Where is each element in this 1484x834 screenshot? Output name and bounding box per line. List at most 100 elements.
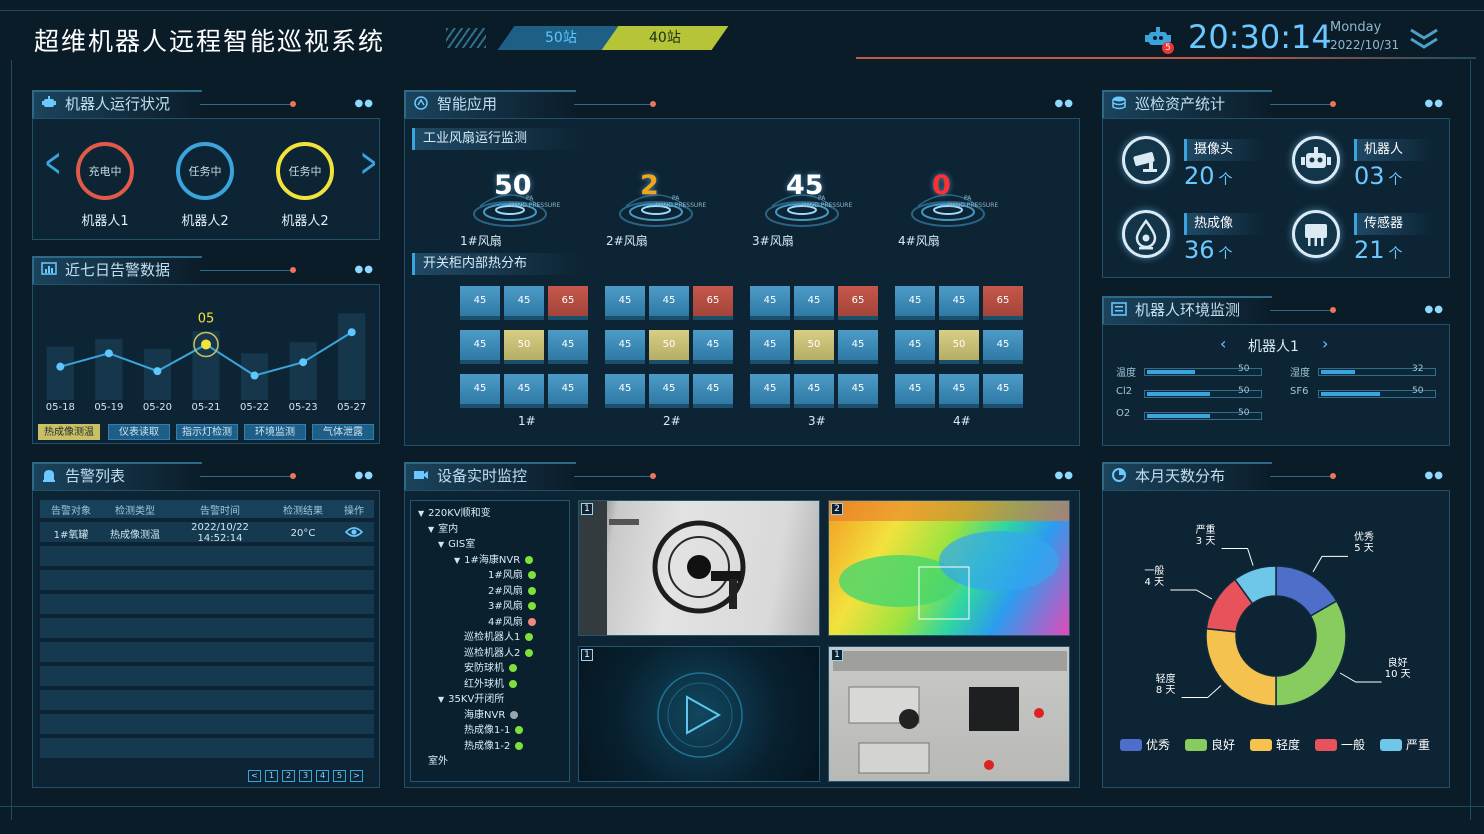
heat-cell[interactable]: 45	[548, 374, 588, 408]
alarm-point[interactable]	[347, 328, 356, 337]
legend-item[interactable]: 一般	[1315, 736, 1365, 753]
heat-cell[interactable]: 65	[693, 286, 733, 320]
heat-cell[interactable]: 45	[504, 286, 544, 320]
heat-cell[interactable]: 45	[605, 286, 645, 320]
heat-cell[interactable]: 50	[939, 330, 979, 364]
station-tab-40[interactable]: 40站	[601, 26, 729, 50]
heat-cell[interactable]: 45	[794, 374, 834, 408]
tree-toggle-icon[interactable]: ▼	[438, 540, 444, 549]
heat-cell[interactable]: 45	[460, 330, 500, 364]
heat-cell[interactable]: 45	[838, 374, 878, 408]
tree-node[interactable]: 4#风扇	[488, 613, 536, 628]
alarm-tab[interactable]: 热成像测温	[38, 424, 100, 440]
tree-toggle-icon[interactable]: ▼	[428, 525, 434, 534]
alarm-point[interactable]	[201, 339, 211, 350]
heat-cell[interactable]: 45	[983, 330, 1023, 364]
tree-node[interactable]: 安防球机	[464, 659, 517, 674]
tree-node[interactable]: 巡检机器人2	[464, 644, 534, 659]
alarm-point[interactable]	[153, 367, 162, 376]
heat-cell[interactable]: 50	[504, 330, 544, 364]
panel-more-icon[interactable]: ●●	[355, 264, 374, 275]
robot-next-arrow[interactable]: >	[360, 140, 377, 186]
pager-button[interactable]: 1	[265, 770, 278, 782]
robot-notification-icon[interactable]: 5	[1144, 24, 1174, 54]
heat-cell[interactable]: 45	[548, 330, 588, 364]
alarm-tab[interactable]: 仪表读取	[108, 424, 170, 440]
tree-node[interactable]: 海康NVR	[464, 706, 519, 721]
video-thermal-feed[interactable]: 2	[828, 500, 1070, 636]
panel-more-icon[interactable]: ●●	[1425, 304, 1444, 315]
tree-node[interactable]: 2#风扇	[488, 582, 536, 597]
robot-status-ring[interactable]: 充电中	[76, 142, 134, 200]
heat-cell[interactable]: 45	[460, 374, 500, 408]
pager-button[interactable]: >	[350, 770, 363, 782]
tree-toggle-icon[interactable]: ▼	[454, 556, 460, 565]
heat-cell[interactable]: 45	[838, 330, 878, 364]
tree-toggle-icon[interactable]: ▼	[438, 695, 444, 704]
tree-node[interactable]: 巡检机器人1	[464, 628, 534, 643]
robot-status-ring[interactable]: 任务中	[176, 142, 234, 200]
tree-node[interactable]: 1#风扇	[488, 566, 536, 581]
heat-cell[interactable]: 45	[605, 330, 645, 364]
heat-cell[interactable]: 50	[649, 330, 689, 364]
robot-prev-arrow[interactable]: <	[44, 140, 61, 186]
heat-cell[interactable]: 45	[750, 374, 790, 408]
legend-item[interactable]: 严重	[1380, 736, 1430, 753]
heat-cell[interactable]: 45	[693, 374, 733, 408]
heat-cell[interactable]: 65	[548, 286, 588, 320]
tree-node[interactable]: 3#风扇	[488, 597, 536, 612]
tree-node[interactable]: 热成像1-2	[464, 737, 524, 752]
legend-item[interactable]: 优秀	[1120, 736, 1170, 753]
donut-slice[interactable]	[1275, 599, 1347, 707]
heat-cell[interactable]: 45	[895, 330, 935, 364]
alarm-tab[interactable]: 气体泄露	[312, 424, 374, 440]
heat-cell[interactable]: 45	[605, 374, 645, 408]
tree-node[interactable]: ▼ 室内	[428, 520, 458, 535]
tree-node[interactable]: ▼ 1#海康NVR	[454, 551, 534, 566]
heat-cell[interactable]: 45	[939, 374, 979, 408]
robot-status-ring[interactable]: 任务中	[276, 142, 334, 200]
donut-slice[interactable]	[1205, 627, 1277, 707]
heat-cell[interactable]: 45	[794, 286, 834, 320]
pager-button[interactable]: 2	[282, 770, 295, 782]
heat-cell[interactable]: 45	[895, 374, 935, 408]
heat-cell[interactable]: 45	[939, 286, 979, 320]
heat-cell[interactable]: 45	[649, 286, 689, 320]
heat-cell[interactable]: 45	[895, 286, 935, 320]
pager-button[interactable]: 4	[316, 770, 329, 782]
env-next-arrow[interactable]: ›	[1322, 334, 1328, 353]
video-fan-feed[interactable]: 1	[578, 500, 820, 636]
heat-cell[interactable]: 45	[750, 330, 790, 364]
chevron-down-icon[interactable]	[1408, 24, 1440, 52]
tree-node[interactable]: ▼ GIS室	[438, 535, 475, 550]
tree-node[interactable]: ▼ 220KV顺和变	[418, 504, 491, 519]
tree-node[interactable]: 室外	[428, 752, 448, 767]
tree-node[interactable]: 红外球机	[464, 675, 517, 690]
legend-item[interactable]: 良好	[1185, 736, 1235, 753]
env-prev-arrow[interactable]: ‹	[1220, 334, 1226, 353]
tree-node[interactable]: 热成像1-1	[464, 721, 524, 736]
heat-cell[interactable]: 50	[794, 330, 834, 364]
alarm-point[interactable]	[56, 362, 65, 371]
pager-button[interactable]: 5	[333, 770, 346, 782]
heat-cell[interactable]: 45	[750, 286, 790, 320]
video-cabinet-feed[interactable]: 1	[828, 646, 1070, 782]
heat-cell[interactable]: 45	[983, 374, 1023, 408]
eye-icon[interactable]	[334, 526, 374, 541]
heat-cell[interactable]: 65	[838, 286, 878, 320]
tree-node[interactable]: ▼ 35KV开闭所	[438, 690, 504, 705]
alarm-tab[interactable]: 指示灯检测	[176, 424, 238, 440]
panel-more-icon[interactable]: ●●	[1055, 98, 1074, 109]
heat-cell[interactable]: 65	[983, 286, 1023, 320]
alarm-point[interactable]	[250, 371, 259, 380]
alarm-point[interactable]	[299, 358, 308, 367]
table-row[interactable]: 1#氧罐 热成像测温 2022/10/22 14:52:14 20°C	[40, 522, 374, 544]
pager-button[interactable]: <	[248, 770, 261, 782]
alarm-point[interactable]	[104, 349, 113, 358]
panel-more-icon[interactable]: ●●	[355, 470, 374, 481]
alarm-tab[interactable]: 环境监测	[244, 424, 306, 440]
panel-more-icon[interactable]: ●●	[1425, 470, 1444, 481]
legend-item[interactable]: 轻度	[1250, 736, 1300, 753]
heat-cell[interactable]: 45	[649, 374, 689, 408]
heat-cell[interactable]: 45	[504, 374, 544, 408]
